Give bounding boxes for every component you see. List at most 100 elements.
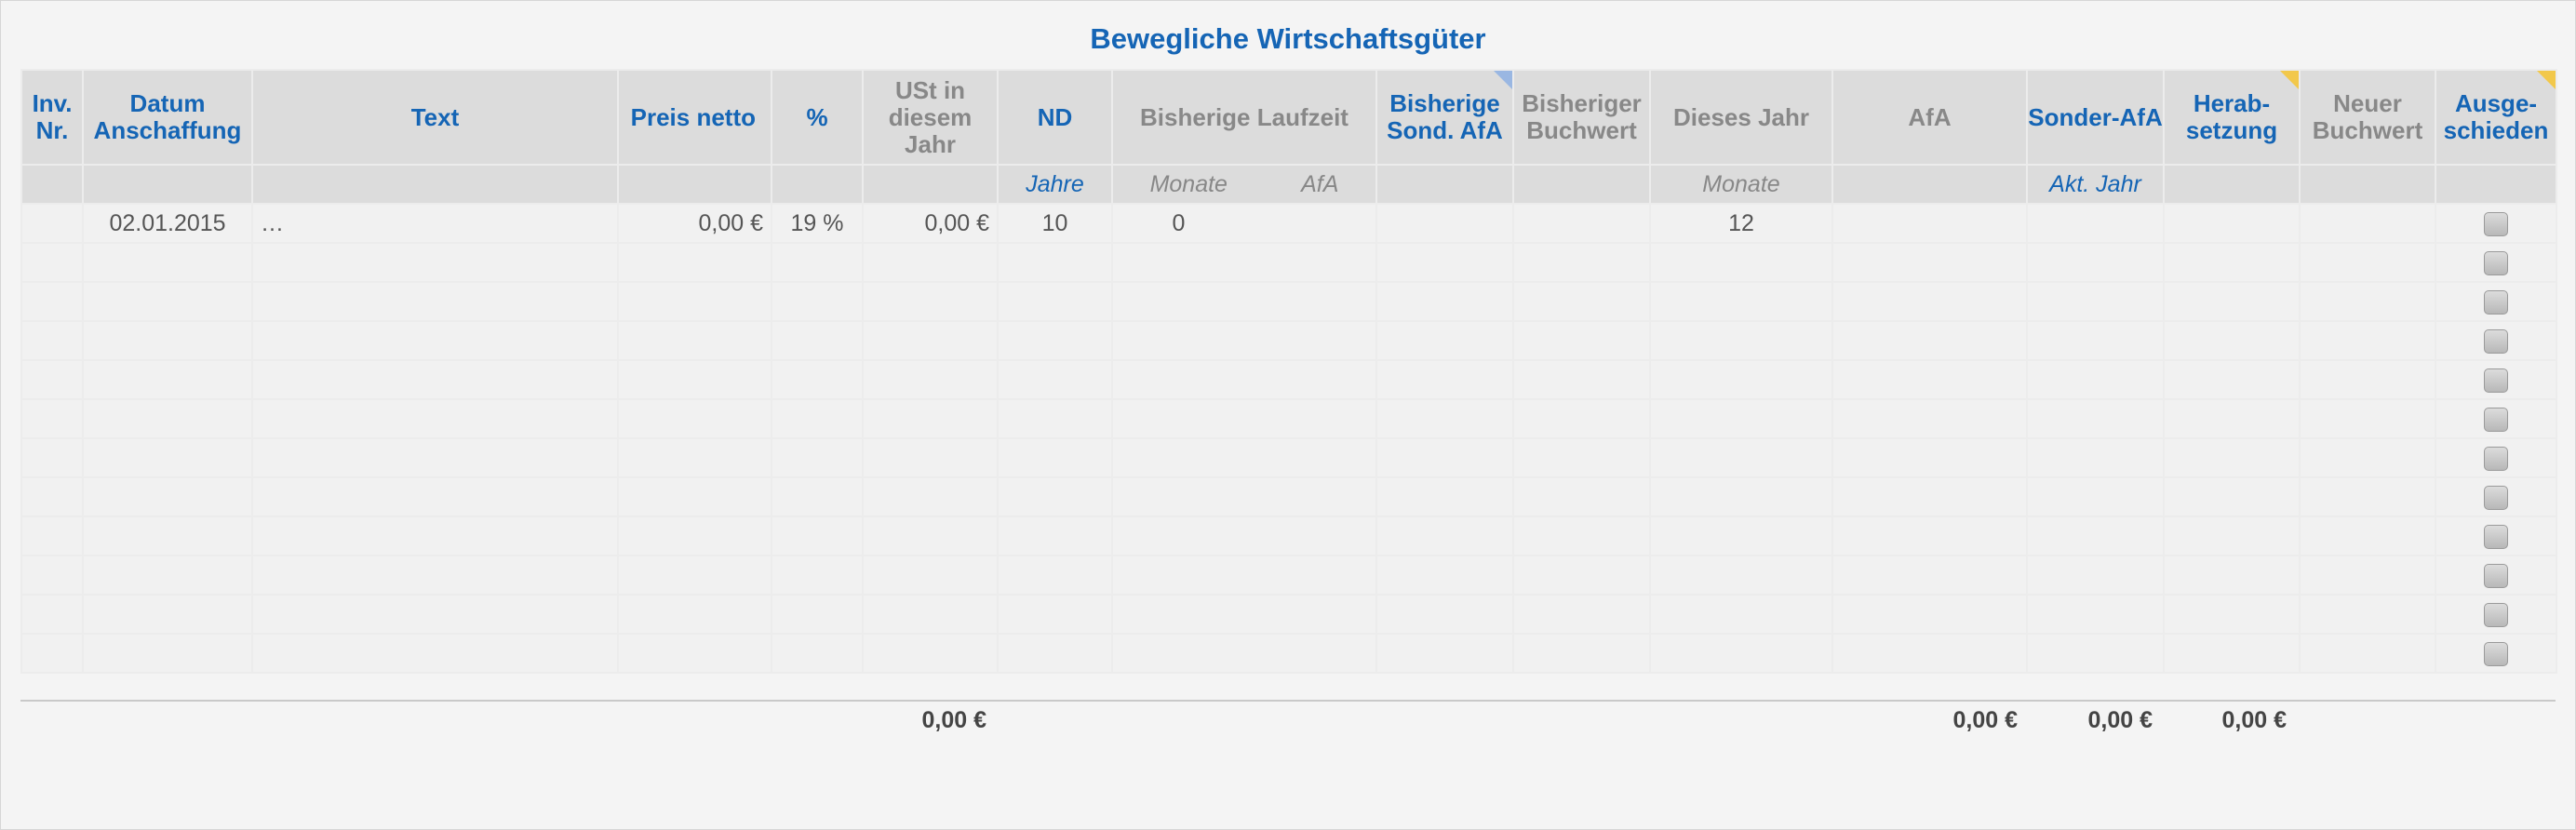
col-herabsetzung[interactable]: Herab-setzung bbox=[2163, 69, 2301, 166]
cell-ausgeschieden[interactable] bbox=[2435, 555, 2557, 596]
cell-inv-nr[interactable] bbox=[20, 203, 84, 244]
ausgeschieden-checkbox[interactable] bbox=[2484, 289, 2508, 315]
cell-bisherige-sond-afa[interactable] bbox=[1375, 203, 1514, 244]
comment-marker-icon[interactable] bbox=[2537, 72, 2555, 89]
cell-ust: 0,00 € bbox=[862, 203, 999, 244]
ausgeschieden-checkbox[interactable] bbox=[2484, 250, 2508, 275]
cell-prozent[interactable]: 19 % bbox=[771, 203, 864, 244]
ausgeschieden-checkbox[interactable] bbox=[2484, 368, 2508, 393]
total-sonder-afa: 0,00 € bbox=[2087, 707, 2153, 733]
cell-preis[interactable]: 0,00 € bbox=[617, 203, 772, 244]
cell-herabsetzung[interactable] bbox=[2163, 203, 2301, 244]
cell-laufzeit[interactable]: 0 bbox=[1111, 203, 1377, 244]
table-row bbox=[20, 437, 2557, 478]
ausgeschieden-checkbox[interactable] bbox=[2484, 446, 2508, 471]
col-inv-nr[interactable]: Inv. Nr. bbox=[20, 69, 84, 166]
table-row bbox=[20, 359, 2557, 400]
table-row: 02.01.2015 … 0,00 € 19 % 0,00 € 10 0 12 bbox=[20, 203, 2557, 244]
sub-laufzeit-monate: Monate bbox=[1149, 170, 1228, 197]
col-ausgeschieden[interactable]: Ausge-schieden bbox=[2435, 69, 2557, 166]
sub-empty bbox=[617, 164, 772, 205]
col-sonder-afa[interactable]: Sonder-AfA bbox=[2026, 69, 2165, 166]
cell-ausgeschieden[interactable] bbox=[2435, 633, 2557, 674]
cell-ausgeschieden[interactable] bbox=[2435, 398, 2557, 439]
sub-empty bbox=[82, 164, 253, 205]
ausgeschieden-checkbox[interactable] bbox=[2484, 407, 2508, 432]
cell-laufzeit-monate[interactable]: 0 bbox=[1114, 210, 1244, 237]
total-ust: 0,00 € bbox=[921, 707, 986, 733]
ausgeschieden-checkbox[interactable] bbox=[2484, 328, 2508, 354]
cell-dieses-jahr: 12 bbox=[1649, 203, 1833, 244]
col-prozent[interactable]: % bbox=[771, 69, 864, 166]
comment-marker-icon[interactable] bbox=[2280, 72, 2298, 89]
col-datum-anschaffung[interactable]: Datum Anschaffung bbox=[82, 69, 253, 166]
table-row bbox=[20, 515, 2557, 556]
sub-empty bbox=[2299, 164, 2436, 205]
table-row bbox=[20, 555, 2557, 596]
assets-table: Inv. Nr. Datum Anschaffung Text Preis ne… bbox=[20, 69, 2557, 674]
cell-ausgeschieden[interactable] bbox=[2435, 320, 2557, 361]
sub-empty bbox=[862, 164, 999, 205]
col-preis-netto[interactable]: Preis netto bbox=[617, 69, 772, 166]
ausgeschieden-checkbox[interactable] bbox=[2484, 524, 2508, 549]
sub-sonder-afa-akt-jahr: Akt. Jahr bbox=[2026, 164, 2165, 205]
sub-empty bbox=[771, 164, 864, 205]
cell-neuer-buchwert bbox=[2299, 203, 2436, 244]
sub-empty bbox=[251, 164, 619, 205]
col-ausgeschieden-label: Ausge-schieden bbox=[2443, 89, 2549, 144]
cell-datum[interactable]: 02.01.2015 bbox=[82, 203, 253, 244]
table-row bbox=[20, 594, 2557, 635]
sub-empty bbox=[1831, 164, 2028, 205]
table-row bbox=[20, 476, 2557, 517]
sub-empty bbox=[1375, 164, 1514, 205]
cell-text[interactable]: … bbox=[251, 203, 619, 244]
table-row bbox=[20, 281, 2557, 322]
table-row bbox=[20, 320, 2557, 361]
ausgeschieden-checkbox[interactable] bbox=[2484, 485, 2508, 510]
total-afa: 0,00 € bbox=[1952, 707, 2018, 733]
sub-empty bbox=[2163, 164, 2301, 205]
sub-empty bbox=[20, 164, 84, 205]
cell-ausgeschieden[interactable] bbox=[2435, 359, 2557, 400]
total-herabsetzung: 0,00 € bbox=[2221, 707, 2287, 733]
sub-laufzeit: Monate AfA bbox=[1111, 164, 1377, 205]
cell-afa bbox=[1831, 203, 2028, 244]
col-ust[interactable]: USt in diesem Jahr bbox=[862, 69, 999, 166]
col-dieses-jahr[interactable]: Dieses Jahr bbox=[1649, 69, 1833, 166]
col-bisherige-sond-afa[interactable]: Bisherige Sond. AfA bbox=[1375, 69, 1514, 166]
cell-ausgeschieden[interactable] bbox=[2435, 476, 2557, 517]
col-text[interactable]: Text bbox=[251, 69, 619, 166]
comment-marker-icon[interactable] bbox=[1494, 72, 1511, 89]
ausgeschieden-checkbox[interactable] bbox=[2484, 602, 2508, 627]
col-afa[interactable]: AfA bbox=[1831, 69, 2028, 166]
ausgeschieden-checkbox[interactable] bbox=[2484, 563, 2508, 588]
cell-laufzeit-afa[interactable] bbox=[1244, 210, 1375, 237]
table-row bbox=[20, 398, 2557, 439]
sub-nd-jahre: Jahre bbox=[997, 164, 1113, 205]
cell-ausgeschieden[interactable] bbox=[2435, 515, 2557, 556]
col-bisherige-sond-afa-label: Bisherige Sond. AfA bbox=[1387, 89, 1503, 144]
page-title: Bewegliche Wirtschaftsgüter bbox=[1090, 22, 1486, 55]
cell-ausgeschieden[interactable] bbox=[2435, 242, 2557, 283]
subheader-row: Jahre Monate AfA Monate Akt. Jahr bbox=[20, 164, 2557, 205]
cell-ausgeschieden[interactable] bbox=[2435, 437, 2557, 478]
sub-dieses-jahr-monate: Monate bbox=[1649, 164, 1833, 205]
cell-bisheriger-buchwert bbox=[1512, 203, 1651, 244]
totals-divider bbox=[20, 700, 2556, 702]
sub-laufzeit-afa: AfA bbox=[1301, 170, 1339, 197]
cell-ausgeschieden[interactable] bbox=[2435, 594, 2557, 635]
col-neuer-buchwert[interactable]: Neuer Buchwert bbox=[2299, 69, 2436, 166]
cell-ausgeschieden[interactable] bbox=[2435, 203, 2557, 244]
sub-empty bbox=[2435, 164, 2557, 205]
table-row bbox=[20, 242, 2557, 283]
col-bisheriger-buchwert[interactable]: Bisheriger Buchwert bbox=[1512, 69, 1651, 166]
cell-ausgeschieden[interactable] bbox=[2435, 281, 2557, 322]
col-nd[interactable]: ND bbox=[997, 69, 1113, 166]
cell-nd[interactable]: 10 bbox=[997, 203, 1113, 244]
col-herabsetzung-label: Herab-setzung bbox=[2185, 89, 2278, 144]
ausgeschieden-checkbox[interactable] bbox=[2484, 211, 2508, 236]
col-bisherige-laufzeit[interactable]: Bisherige Laufzeit bbox=[1111, 69, 1377, 166]
ausgeschieden-checkbox[interactable] bbox=[2484, 641, 2508, 666]
cell-sonder-afa[interactable] bbox=[2026, 203, 2165, 244]
header-row: Inv. Nr. Datum Anschaffung Text Preis ne… bbox=[20, 69, 2557, 166]
